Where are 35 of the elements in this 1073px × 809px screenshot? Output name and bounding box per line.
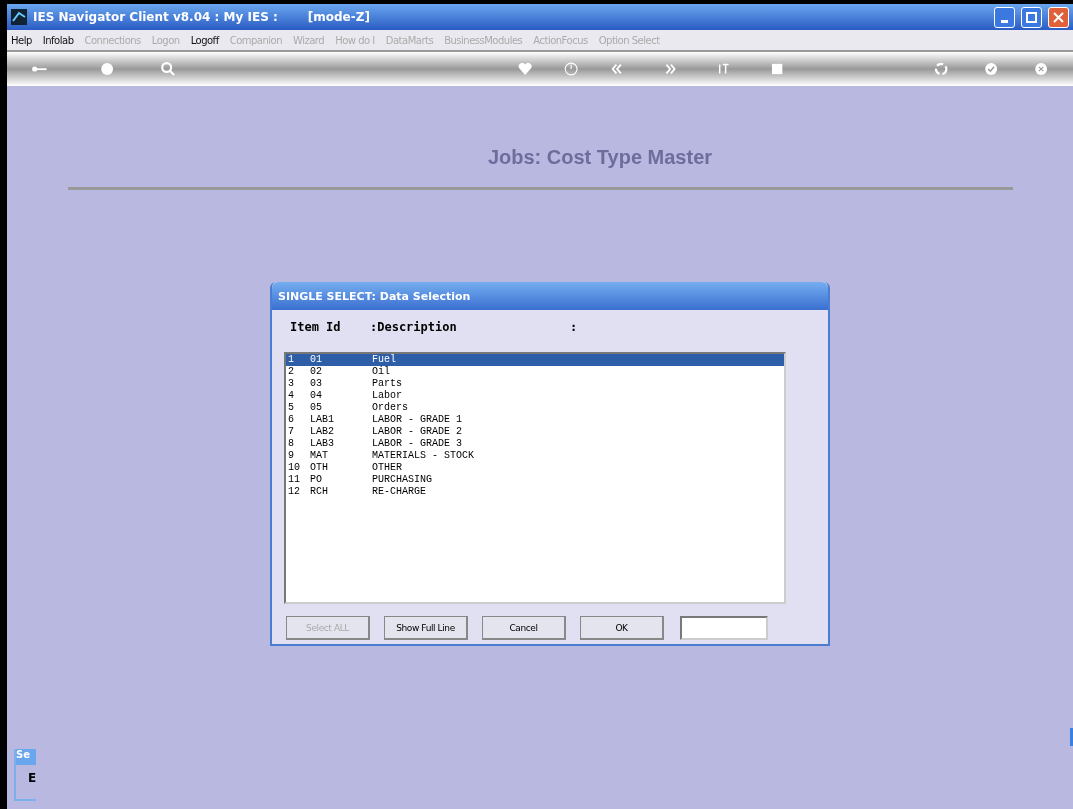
list-item[interactable]: 5 05 Orders xyxy=(286,402,784,414)
list-item[interactable]: 11 PO PURCHASING xyxy=(286,474,784,486)
menu-item[interactable]: Infolab xyxy=(42,34,74,46)
column-header: : xyxy=(570,320,578,336)
minimize-icon xyxy=(1001,19,1008,23)
column-header: Item Id xyxy=(290,320,342,336)
list-item[interactable]: 2 02 Oil xyxy=(286,366,784,378)
list-item[interactable]: 4 04 Labor xyxy=(286,390,784,402)
maximize-icon xyxy=(1026,11,1037,23)
mode-label: [mode-Z] xyxy=(307,10,370,24)
minimize-button[interactable] xyxy=(994,6,1015,28)
column-header: :Description xyxy=(370,320,458,336)
input-field[interactable] xyxy=(680,616,768,640)
app-logo-icon xyxy=(11,9,27,25)
maximize-button[interactable] xyxy=(1021,6,1042,28)
close-button[interactable] xyxy=(1048,6,1069,28)
list-item[interactable]: 9 MAT MATERIALS - STOCK xyxy=(286,450,784,462)
list-item[interactable]: 7 LAB2 LABOR - GRADE 2 xyxy=(286,426,784,438)
panel-text: E xyxy=(28,771,37,785)
dialog-button[interactable]: OK xyxy=(580,616,664,640)
menu-item[interactable]: Help xyxy=(11,34,32,46)
dialog-title: SINGLE SELECT: Data Selection xyxy=(272,282,828,310)
list-item[interactable]: 8 LAB3 LABOR - GRADE 3 xyxy=(286,438,784,450)
panel-title: Se xyxy=(16,749,36,765)
dialog-button[interactable]: Show Full Line xyxy=(384,616,468,640)
list-item[interactable]: 6 LAB1 LABOR - GRADE 1 xyxy=(286,414,784,426)
list-item[interactable]: 10 OTH OTHER xyxy=(286,462,784,474)
list-item[interactable]: 12 RCH RE-CHARGE xyxy=(286,486,784,498)
page-title: Jobs: Cost Type Master xyxy=(486,146,713,169)
menu-item[interactable]: Logoff xyxy=(190,34,219,46)
window-title: IES Navigator Client v8.04 : My IES : xyxy=(33,10,278,24)
list-item[interactable]: 1 01 Fuel xyxy=(286,354,784,366)
close-icon xyxy=(1053,11,1064,23)
list-item[interactable]: 3 03 Parts xyxy=(286,378,784,390)
dialog-button[interactable]: Cancel xyxy=(482,616,566,640)
